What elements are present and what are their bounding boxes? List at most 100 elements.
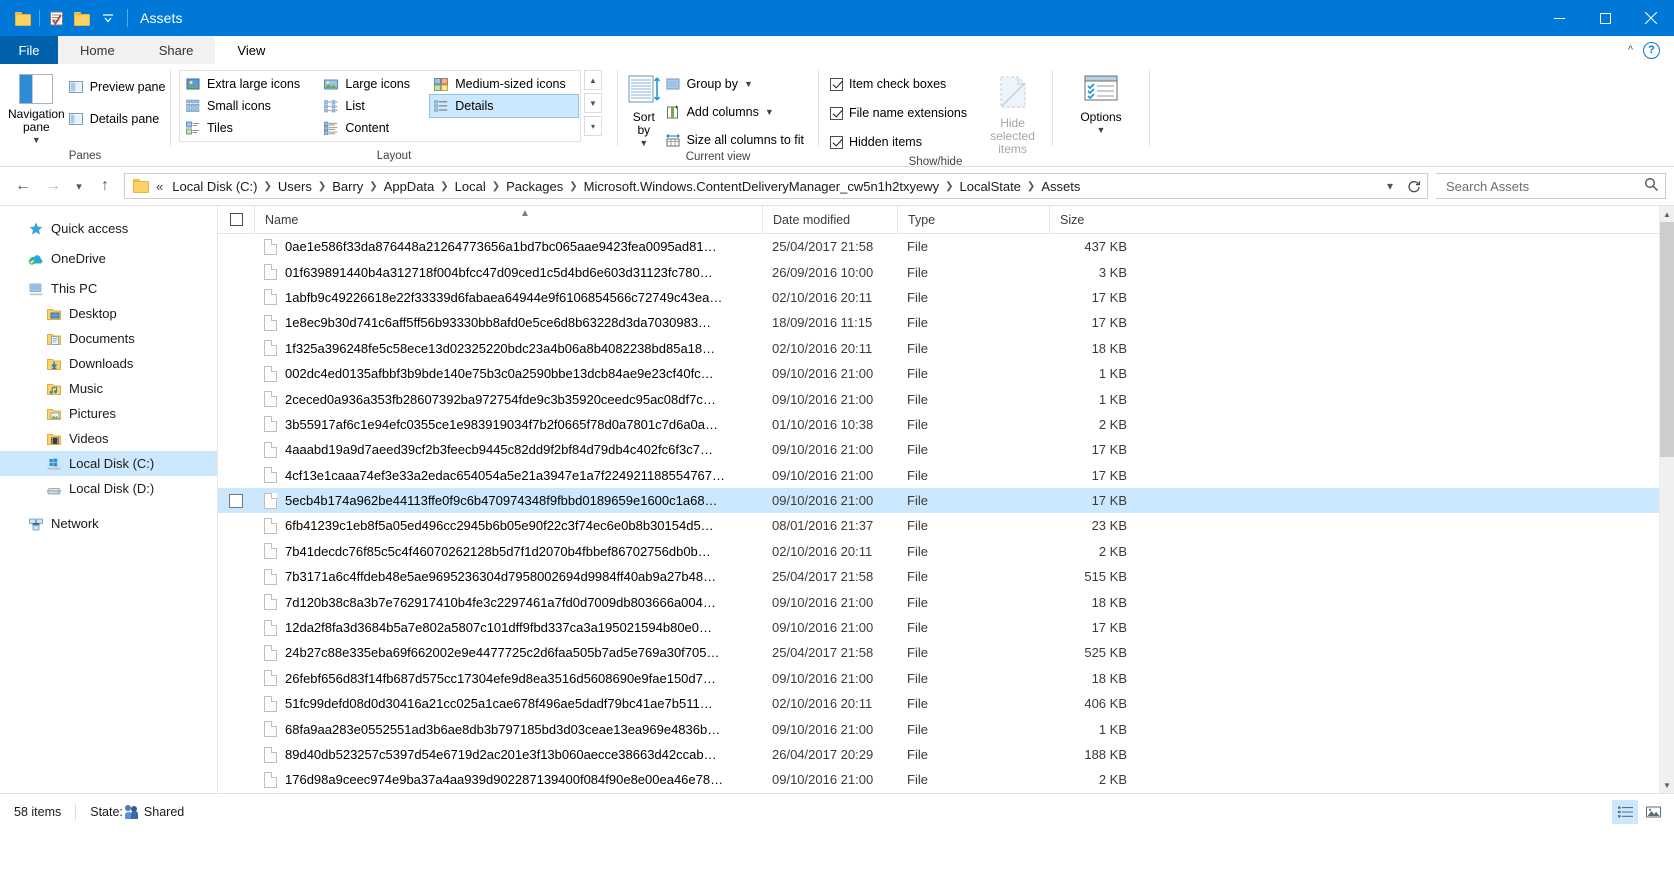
table-row[interactable]: 1abfb9c49226618e22f33339d6fabaea64944e9f… — [218, 285, 1659, 310]
row-checkbox[interactable] — [218, 691, 254, 716]
table-row[interactable]: 176d98a9ceec974e9ba37a4aa939d90228713940… — [218, 767, 1659, 792]
search-box[interactable]: Search Assets — [1436, 173, 1666, 199]
breadcrumb-separator-icon[interactable]: ❯ — [491, 181, 501, 192]
row-checkbox[interactable] — [218, 437, 254, 462]
row-checkbox[interactable] — [218, 336, 254, 361]
scrollbar-thumb[interactable] — [1659, 222, 1674, 457]
row-checkbox[interactable] — [218, 640, 254, 665]
sidebar-item-downloads[interactable]: Downloads — [0, 351, 217, 376]
chevron-down-icon[interactable]: ▾ — [1379, 174, 1401, 198]
chevron-down-icon[interactable]: ▼ — [744, 79, 753, 89]
tab-file[interactable]: File — [0, 36, 58, 64]
row-checkbox[interactable] — [218, 666, 254, 691]
scrollbar-track[interactable] — [1659, 222, 1674, 777]
checkbox-icon[interactable] — [830, 106, 843, 120]
row-checkbox[interactable] — [218, 234, 254, 259]
breadcrumb-separator-icon[interactable]: ❯ — [439, 181, 449, 192]
sidebar-item-this-pc[interactable]: This PC — [0, 276, 217, 301]
row-checkbox[interactable] — [218, 742, 254, 767]
view-medium-icons[interactable]: Medium-sized icons — [430, 73, 578, 95]
sidebar-item-quick-access[interactable]: Quick access — [0, 216, 217, 241]
file-name-extensions-toggle[interactable]: File name extensions — [827, 102, 973, 124]
refresh-icon[interactable] — [1403, 174, 1425, 198]
row-checkbox[interactable] — [218, 716, 254, 741]
row-checkbox[interactable] — [218, 463, 254, 488]
view-content[interactable]: Content — [320, 117, 422, 139]
table-row[interactable]: 002dc4ed0135afbbf3b9bde140e75b3c0a2590bb… — [218, 361, 1659, 386]
sidebar-item-local-disk-d[interactable]: Local Disk (D:) — [0, 476, 217, 501]
checkbox-icon[interactable] — [229, 213, 243, 226]
row-checkbox[interactable] — [218, 259, 254, 284]
breadcrumb-separator-icon[interactable]: ❯ — [317, 181, 327, 192]
sidebar-item-documents[interactable]: Documents — [0, 326, 217, 351]
row-checkbox[interactable] — [218, 412, 254, 437]
chevron-down-icon[interactable]: ▼ — [765, 107, 774, 117]
breadcrumb-separator-icon[interactable]: ❯ — [368, 181, 378, 192]
table-row[interactable]: 1e8ec9b30d741c6aff5ff56b93330bb8afd0e5ce… — [218, 310, 1659, 335]
sidebar-item-music[interactable]: Music — [0, 376, 217, 401]
row-checkbox[interactable] — [218, 488, 254, 513]
forward-arrow-icon[interactable]: → — [38, 171, 68, 201]
recent-locations-icon[interactable]: ▾ — [68, 171, 90, 201]
vertical-scrollbar[interactable]: ▲ ▼ — [1659, 206, 1674, 793]
sort-by-button[interactable]: Sort by ▼ — [626, 70, 662, 150]
row-checkbox[interactable] — [218, 513, 254, 538]
breadcrumb-item-local-disk-c[interactable]: Local Disk (C:) — [167, 177, 262, 196]
help-icon[interactable]: ? — [1643, 41, 1660, 59]
hidden-items-toggle[interactable]: Hidden items — [827, 131, 973, 153]
row-checkbox[interactable] — [218, 564, 254, 589]
tab-home[interactable]: Home — [58, 36, 137, 64]
sidebar-item-desktop[interactable]: Desktop — [0, 301, 217, 326]
group-by-button[interactable]: Group by ▼ — [662, 73, 810, 95]
table-row[interactable]: 68fa9aa283e0552551ad3b6ae8db3b797185bd3d… — [218, 716, 1659, 741]
breadcrumb-item-users[interactable]: Users — [273, 177, 317, 196]
table-row[interactable]: 7b41decdc76f85c5c4f46070262128b5d7f1d207… — [218, 539, 1659, 564]
row-checkbox[interactable] — [218, 767, 254, 792]
table-row[interactable]: 0ae1e586f33da876448a21264773656a1bd7bc06… — [218, 234, 1659, 259]
breadcrumb-separator-icon[interactable]: ❯ — [944, 181, 954, 192]
sidebar-item-local-disk-c[interactable]: Local Disk (C:) — [0, 451, 217, 476]
up-arrow-icon[interactable]: ↑ — [90, 171, 120, 201]
back-arrow-icon[interactable]: ← — [8, 171, 38, 201]
table-row[interactable]: 12da2f8fa3d3684b5a7e802a5807c101dff9fbd3… — [218, 615, 1659, 640]
view-large-icons[interactable]: Large icons — [320, 73, 422, 95]
row-checkbox[interactable] — [218, 361, 254, 386]
column-header-type[interactable]: Type — [897, 205, 1049, 234]
navigation-pane-button[interactable]: Navigation pane ▼ — [8, 70, 65, 147]
add-columns-button[interactable]: Add columns ▼ — [662, 101, 810, 123]
sidebar-item-pictures[interactable]: Pictures — [0, 401, 217, 426]
row-checkbox[interactable] — [218, 539, 254, 564]
table-row[interactable]: 01f639891440b4a312718f004bfcc47d09ced1c5… — [218, 259, 1659, 284]
view-small-icons[interactable]: Small icons — [182, 95, 312, 117]
tab-share[interactable]: Share — [136, 36, 216, 64]
minimize-icon[interactable] — [1536, 0, 1582, 36]
properties-icon[interactable] — [43, 4, 69, 32]
scroll-down-icon[interactable]: ▼ — [584, 93, 602, 113]
table-row[interactable]: 7b3171a6c4ffdeb48e5ae9695236304d79580026… — [218, 564, 1659, 589]
customize-chevron-icon[interactable] — [95, 4, 121, 32]
sidebar-item-network[interactable]: Network — [0, 511, 217, 536]
column-header-name[interactable]: Name ▲ — [254, 205, 762, 234]
breadcrumb-item-localstate[interactable]: LocalState — [954, 177, 1025, 196]
breadcrumb-item-barry[interactable]: Barry — [327, 177, 368, 196]
details-view-icon[interactable] — [1612, 799, 1638, 824]
search-input[interactable]: Search Assets — [1446, 179, 1529, 194]
more-icon[interactable]: ▾ — [584, 116, 602, 136]
address-bar[interactable]: « Local Disk (C:) ❯ Users ❯ Barry ❯ AppD… — [124, 173, 1428, 199]
large-icons-view-icon[interactable] — [1640, 800, 1666, 824]
table-row[interactable]: 51fc99defd08d0d30416a21cc025a1cae678f496… — [218, 691, 1659, 716]
checkbox-icon[interactable] — [229, 493, 243, 508]
close-icon[interactable] — [1628, 0, 1674, 36]
breadcrumb-item-packages[interactable]: Packages — [501, 177, 568, 196]
breadcrumb-overflow[interactable]: « — [154, 179, 167, 194]
table-row[interactable]: 4cf13e1caaa74ef3e33a2edac654054a5e21a394… — [218, 463, 1659, 488]
breadcrumb-item-assets[interactable]: Assets — [1036, 177, 1085, 196]
scroll-down-icon[interactable]: ▼ — [1659, 777, 1674, 793]
view-extra-large-icons[interactable]: Extra large icons — [182, 73, 312, 95]
breadcrumb-separator-icon[interactable]: ❯ — [568, 181, 578, 192]
scroll-up-icon[interactable]: ▲ — [1659, 206, 1674, 222]
sidebar-item-onedrive[interactable]: OneDrive — [0, 246, 217, 271]
chevron-down-icon[interactable]: ▼ — [1097, 124, 1106, 137]
table-row[interactable]: 5ecb4b174a962be44113ffe0f9c6b470974348f9… — [218, 487, 1659, 514]
preview-pane-button[interactable]: Preview pane — [65, 76, 172, 98]
